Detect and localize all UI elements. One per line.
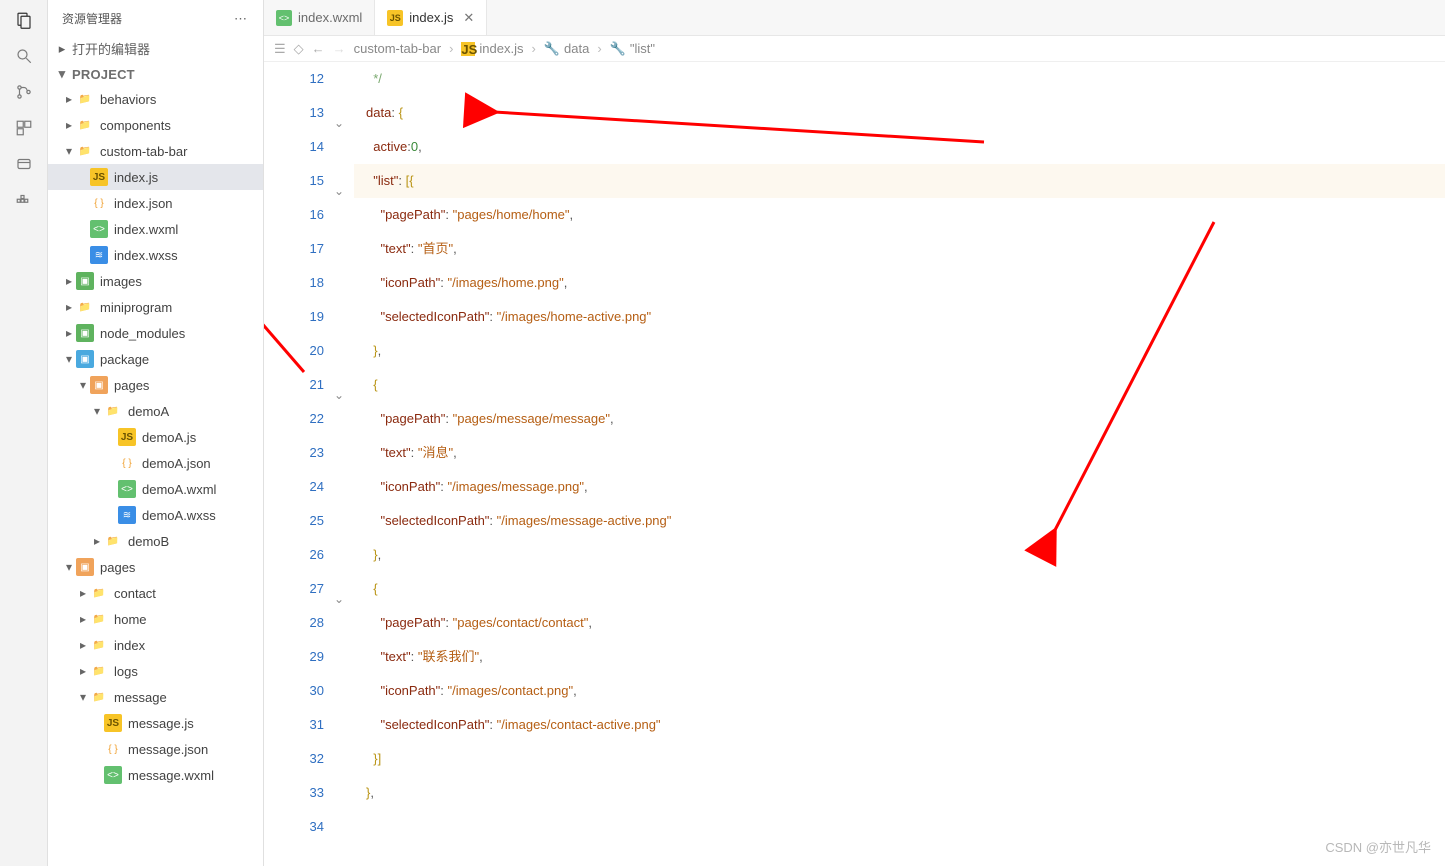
code-line[interactable]: */ <box>354 62 1445 96</box>
tree-item[interactable]: { }index.json <box>48 190 263 216</box>
watermark: CSDN @亦世凡华 <box>1325 837 1431 856</box>
code-line[interactable]: "text": "首页", <box>354 232 1445 266</box>
code-line[interactable]: active:0, <box>354 130 1445 164</box>
code-line[interactable]: "iconPath": "/images/home.png", <box>354 266 1445 300</box>
tree-item[interactable]: ▾▣pages <box>48 554 263 580</box>
code-editor[interactable]: 1213⌄1415⌄161718192021⌄222324252627⌄2829… <box>264 62 1445 866</box>
side-panel: 资源管理器 ⋯ ▸打开的编辑器 ▾PROJECT ▸📁behaviors▸📁co… <box>48 0 264 866</box>
fold-icon[interactable]: ⌄ <box>334 174 344 208</box>
code-line[interactable]: "selectedIconPath": "/images/message-act… <box>354 504 1445 538</box>
tree-item[interactable]: ▸📁logs <box>48 658 263 684</box>
tree-item[interactable]: ▸📁miniprogram <box>48 294 263 320</box>
debug-icon[interactable] <box>10 150 38 178</box>
project-label: PROJECT <box>72 67 135 82</box>
tab[interactable]: JSindex.js✕ <box>375 0 487 35</box>
breadcrumb-folder[interactable]: custom-tab-bar <box>354 41 441 56</box>
code-line[interactable]: }, <box>354 776 1445 810</box>
tree-item[interactable]: ▸▣node_modules <box>48 320 263 346</box>
breadcrumb: ☰ ◇ ← → custom-tab-bar › JSindex.js › 🔧d… <box>264 36 1445 62</box>
code-line[interactable]: "text": "消息", <box>354 436 1445 470</box>
open-editors-section[interactable]: ▸打开的编辑器 <box>48 35 263 62</box>
line-gutter: 1213⌄1415⌄161718192021⌄222324252627⌄2829… <box>264 62 354 866</box>
tree-item[interactable]: ▾📁demoA <box>48 398 263 424</box>
tree-item[interactable]: ▸📁index <box>48 632 263 658</box>
code-line[interactable] <box>354 810 1445 844</box>
code-line[interactable]: "selectedIconPath": "/images/contact-act… <box>354 708 1445 742</box>
tree-item[interactable]: JSdemoA.js <box>48 424 263 450</box>
tree-item[interactable]: JSmessage.js <box>48 710 263 736</box>
tree-item[interactable]: <>message.wxml <box>48 762 263 788</box>
tree-item[interactable]: ▾📁message <box>48 684 263 710</box>
code-line[interactable]: { <box>354 572 1445 606</box>
bookmark-icon[interactable]: ◇ <box>294 41 304 57</box>
code-line[interactable]: "list": [{ <box>354 164 1445 198</box>
explorer-icon[interactable] <box>10 6 38 34</box>
tree-item[interactable]: ▸📁contact <box>48 580 263 606</box>
code-line[interactable]: { <box>354 368 1445 402</box>
list-icon[interactable]: ☰ <box>274 41 286 57</box>
code-line[interactable]: "pagePath": "pages/message/message", <box>354 402 1445 436</box>
tree-item[interactable]: { }message.json <box>48 736 263 762</box>
tree-item[interactable]: { }demoA.json <box>48 450 263 476</box>
breadcrumb-symbol-list[interactable]: 🔧"list" <box>610 41 655 57</box>
code-line[interactable]: "iconPath": "/images/message.png", <box>354 470 1445 504</box>
git-icon[interactable] <box>10 78 38 106</box>
project-section[interactable]: ▾PROJECT <box>48 62 263 86</box>
explorer-title: 资源管理器 <box>62 10 122 27</box>
code-line[interactable]: }] <box>354 742 1445 776</box>
more-icon[interactable]: ⋯ <box>234 11 249 27</box>
code-line[interactable]: "pagePath": "pages/home/home", <box>354 198 1445 232</box>
tree-item[interactable]: ▸📁home <box>48 606 263 632</box>
code-line[interactable]: "selectedIconPath": "/images/home-active… <box>354 300 1445 334</box>
code-line[interactable]: }, <box>354 334 1445 368</box>
file-tree[interactable]: ▸📁behaviors▸📁components▾📁custom-tab-barJ… <box>48 86 263 866</box>
extensions-icon[interactable] <box>10 114 38 142</box>
code-line[interactable]: }, <box>354 538 1445 572</box>
docker-icon[interactable] <box>10 186 38 214</box>
fold-icon[interactable]: ⌄ <box>334 106 344 140</box>
nav-back-icon[interactable]: ← <box>312 41 325 56</box>
tree-item[interactable]: ▾▣pages <box>48 372 263 398</box>
code-line[interactable]: "text": "联系我们", <box>354 640 1445 674</box>
tree-item[interactable]: ▾📁custom-tab-bar <box>48 138 263 164</box>
tab[interactable]: <>index.wxml <box>264 0 375 35</box>
open-editors-label: 打开的编辑器 <box>72 39 150 58</box>
tree-item[interactable]: ▸📁demoB <box>48 528 263 554</box>
tree-item[interactable]: ▸▣images <box>48 268 263 294</box>
tree-item[interactable]: <>index.wxml <box>48 216 263 242</box>
tree-item[interactable]: <>demoA.wxml <box>48 476 263 502</box>
tree-item[interactable]: JSindex.js <box>48 164 263 190</box>
code-content[interactable]: */data: { active:0, "list": [{ "pagePath… <box>354 62 1445 866</box>
editor-area: <>index.wxmlJSindex.js✕ ☰ ◇ ← → custom-t… <box>264 0 1445 866</box>
search-icon[interactable] <box>10 42 38 70</box>
tree-item[interactable]: ▸📁components <box>48 112 263 138</box>
tree-item[interactable]: ≋index.wxss <box>48 242 263 268</box>
code-line[interactable]: data: { <box>354 96 1445 130</box>
fold-icon[interactable]: ⌄ <box>334 582 344 616</box>
tab-bar: <>index.wxmlJSindex.js✕ <box>264 0 1445 36</box>
tree-item[interactable]: ▸📁behaviors <box>48 86 263 112</box>
tree-item[interactable]: ≋demoA.wxss <box>48 502 263 528</box>
code-line[interactable]: "iconPath": "/images/contact.png", <box>354 674 1445 708</box>
breadcrumb-file[interactable]: JSindex.js <box>461 41 523 56</box>
close-icon[interactable]: ✕ <box>463 10 474 26</box>
tree-item[interactable]: ▾▣package <box>48 346 263 372</box>
nav-forward-icon[interactable]: → <box>333 41 346 56</box>
fold-icon[interactable]: ⌄ <box>334 378 344 412</box>
code-line[interactable]: "pagePath": "pages/contact/contact", <box>354 606 1445 640</box>
breadcrumb-symbol-data[interactable]: 🔧data <box>544 41 590 57</box>
activity-bar <box>0 0 48 866</box>
